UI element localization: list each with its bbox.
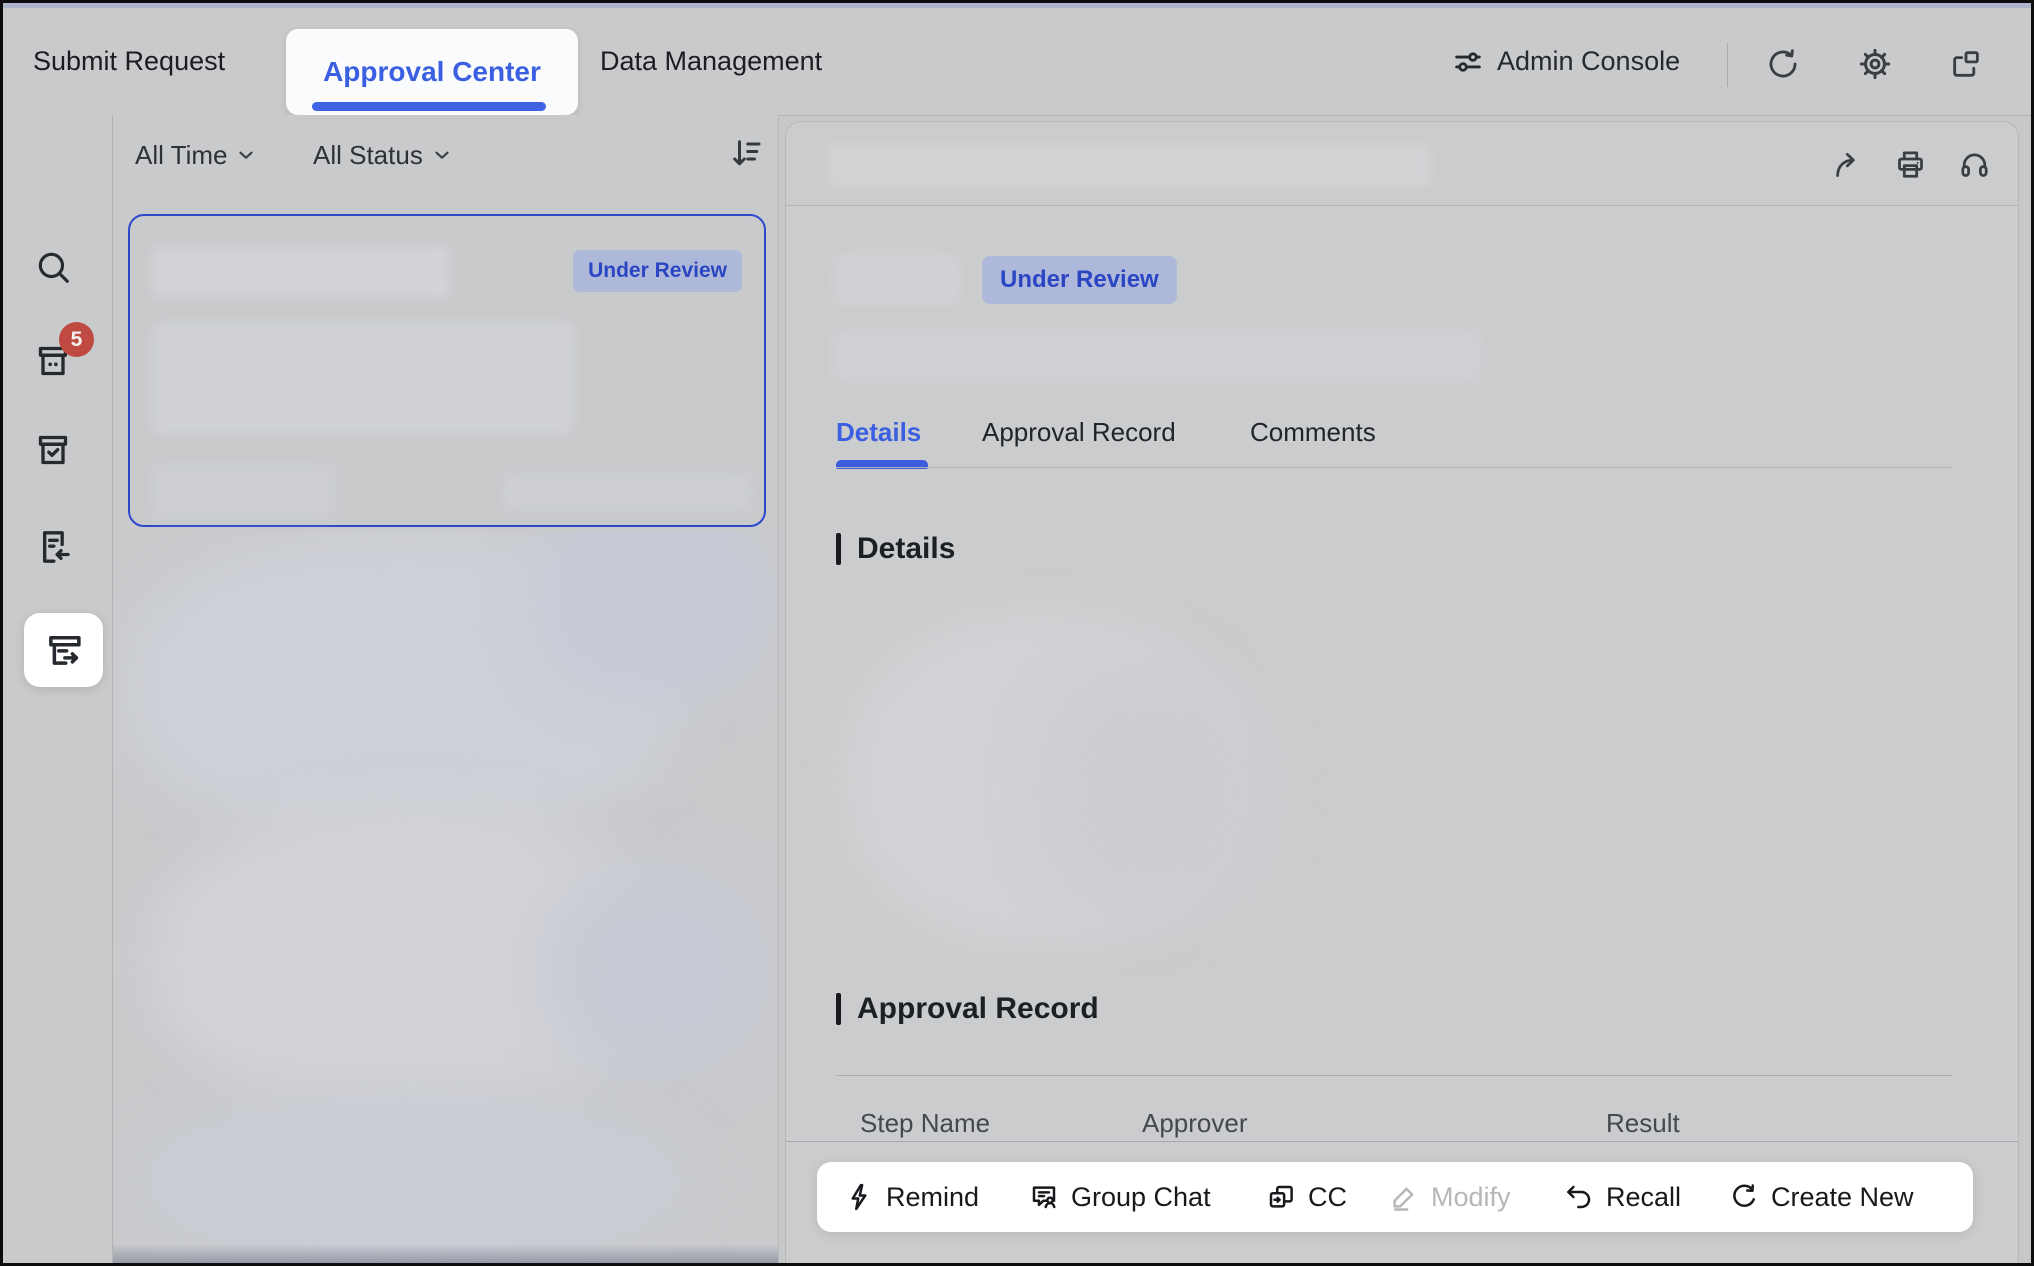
- remind-label: Remind: [886, 1182, 979, 1213]
- pencil-icon: [1389, 1182, 1419, 1212]
- sidebar-search-button[interactable]: [32, 246, 74, 288]
- submitted-box-icon: [43, 629, 85, 671]
- sidebar-submitted-button[interactable]: [24, 613, 103, 687]
- list-bottom-fade: [113, 1244, 778, 1266]
- table-header-result: Result: [1606, 1107, 1680, 1139]
- tabs-divider: [836, 467, 1952, 468]
- header-divider: [786, 205, 2018, 206]
- headset-icon: [1958, 148, 1991, 181]
- card-status-badge: Under Review: [573, 250, 742, 292]
- undo-icon: [1564, 1182, 1594, 1212]
- detail-tab-approval-record-label: Approval Record: [982, 417, 1176, 448]
- detail-tab-details-label: Details: [836, 417, 921, 448]
- approval-record-divider: [836, 1075, 1952, 1076]
- gear-icon: [1857, 46, 1893, 82]
- approval-record-section-heading: Approval Record: [836, 992, 1099, 1026]
- detail-status-badge: Under Review: [982, 256, 1177, 304]
- detail-tab-comments-label: Comments: [1250, 417, 1376, 448]
- blurred-timestamp: [504, 474, 751, 511]
- search-icon: [34, 248, 72, 286]
- cc-button[interactable]: CC: [1266, 1162, 1347, 1232]
- lightning-icon: [844, 1182, 874, 1212]
- details-section-heading: Details: [836, 532, 955, 566]
- time-filter-label: All Time: [135, 140, 227, 171]
- recall-label: Recall: [1606, 1182, 1681, 1213]
- section-accent-bar: [836, 533, 841, 565]
- sort-button[interactable]: [725, 131, 769, 175]
- group-chat-label: Group Chat: [1071, 1182, 1211, 1213]
- group-chat-button[interactable]: Group Chat: [1029, 1162, 1211, 1232]
- details-section-title: Details: [857, 532, 955, 566]
- popout-window-button[interactable]: [1946, 44, 1986, 84]
- refresh-icon: [1766, 47, 1800, 81]
- pending-count-badge: 5: [59, 322, 94, 357]
- blurred-card: [133, 1091, 693, 1266]
- sliders-icon: [1451, 45, 1485, 79]
- admin-console-label: Admin Console: [1497, 46, 1680, 77]
- table-header-approver: Approver: [1142, 1107, 1248, 1139]
- tab-submit-request-label: Submit Request: [33, 46, 225, 77]
- blurred-card: [533, 531, 773, 701]
- tab-submit-request[interactable]: Submit Request: [33, 8, 225, 115]
- chevron-down-icon: [431, 144, 453, 166]
- topbar-divider: [1727, 43, 1728, 87]
- settings-button[interactable]: [1855, 44, 1895, 84]
- print-button[interactable]: [1892, 146, 1928, 182]
- blurred-request-summary: [152, 322, 574, 434]
- table-header-divider: [786, 1141, 2018, 1142]
- create-new-button[interactable]: Create New: [1729, 1162, 1914, 1232]
- support-button[interactable]: [1956, 146, 1992, 182]
- blurred-submitter-line: [831, 331, 1483, 381]
- tab-approval-center[interactable]: Approval Center: [286, 29, 578, 115]
- detail-tab-details[interactable]: Details: [836, 415, 921, 449]
- share-icon: [1830, 148, 1863, 181]
- printer-icon: [1894, 148, 1927, 181]
- refresh-button[interactable]: [1763, 44, 1803, 84]
- blurred-details-content: [1036, 662, 1276, 922]
- blurred-request-title: [152, 246, 450, 298]
- approved-box-icon: [33, 430, 73, 470]
- chevron-down-icon: [235, 144, 257, 166]
- tab-data-management-label: Data Management: [600, 46, 822, 77]
- blurred-requester: [152, 464, 334, 518]
- app-window: Submit Request Approval Center Data Mana…: [0, 0, 2034, 1266]
- share-button[interactable]: [1828, 146, 1864, 182]
- action-bar: Remind Group Chat CC: [817, 1162, 1973, 1232]
- received-doc-icon: [33, 527, 73, 567]
- sidebar-approved-button[interactable]: [32, 429, 74, 471]
- blurred-detail-title: [829, 144, 1431, 187]
- time-filter-dropdown[interactable]: All Time: [135, 129, 257, 181]
- popout-icon: [1949, 47, 1983, 81]
- approval-sidebar: 5: [3, 115, 113, 1266]
- create-new-label: Create New: [1771, 1182, 1914, 1213]
- modify-label: Modify: [1431, 1182, 1511, 1213]
- cycle-icon: [1729, 1182, 1759, 1212]
- cc-label: CC: [1308, 1182, 1347, 1213]
- modify-button[interactable]: Modify: [1389, 1162, 1511, 1232]
- detail-tab-comments[interactable]: Comments: [1250, 415, 1376, 449]
- tab-data-management[interactable]: Data Management: [600, 8, 822, 115]
- top-navigation-bar: Submit Request Approval Center Data Mana…: [3, 8, 2031, 116]
- sidebar-received-button[interactable]: [32, 526, 74, 568]
- cc-icon: [1266, 1182, 1296, 1212]
- blurred-request-id: [834, 254, 960, 305]
- request-detail-panel: Under Review Details Approval Record Com…: [785, 121, 2019, 1266]
- group-chat-icon: [1029, 1182, 1059, 1212]
- status-filter-label: All Status: [313, 140, 423, 171]
- blurred-request-list: [113, 531, 778, 1266]
- approval-list-panel: All Time All Status Under Review: [113, 115, 779, 1266]
- admin-console-button[interactable]: Admin Console: [1451, 8, 1680, 115]
- sort-descending-icon: [729, 135, 765, 171]
- detail-tab-approval-record[interactable]: Approval Record: [982, 415, 1176, 449]
- section-accent-bar: [836, 993, 841, 1025]
- tab-approval-center-label: Approval Center: [323, 56, 541, 88]
- remind-button[interactable]: Remind: [844, 1162, 979, 1232]
- recall-button[interactable]: Recall: [1564, 1162, 1681, 1232]
- selected-request-card[interactable]: Under Review: [128, 214, 766, 527]
- status-filter-dropdown[interactable]: All Status: [313, 129, 453, 181]
- blurred-card: [543, 861, 773, 1081]
- active-tab-underline: [312, 102, 546, 111]
- table-header-step-name: Step Name: [860, 1107, 990, 1139]
- approval-record-section-title: Approval Record: [857, 992, 1099, 1026]
